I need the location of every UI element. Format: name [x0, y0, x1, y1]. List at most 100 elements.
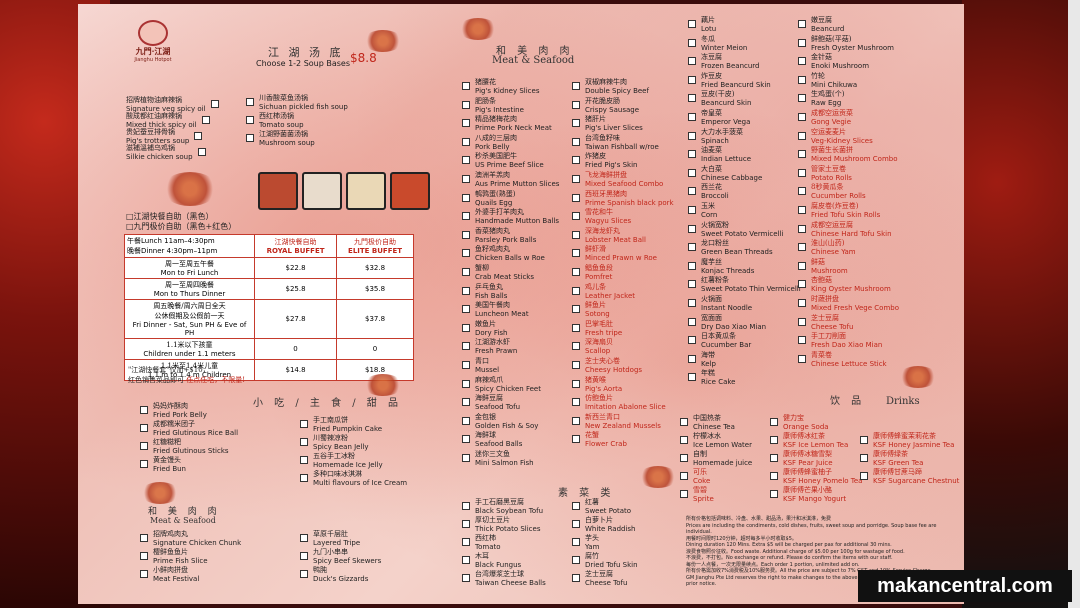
checkbox[interactable] [572, 100, 580, 109]
menu-item[interactable]: 厚切土豆片 Thick Potato Slices [462, 516, 540, 534]
menu-item[interactable]: 澳洲羊羔肉 Aus Prime Mutton Slices [462, 171, 559, 189]
menu-item[interactable]: 海鲜球 Seafood Balls [462, 431, 522, 449]
checkbox[interactable] [688, 150, 696, 159]
checkbox[interactable] [572, 268, 580, 276]
menu-item[interactable]: 柠檬冰水 Ice Lemon Water [680, 432, 752, 450]
menu-item[interactable]: 青口 Mussel [462, 357, 499, 375]
menu-item[interactable]: 外婆手打羊肉丸 Handmade Mutton Balls [462, 208, 559, 226]
checkbox[interactable] [300, 456, 308, 464]
checkbox[interactable] [462, 175, 470, 183]
checkbox[interactable] [688, 57, 696, 66]
menu-item[interactable]: 江湖游水虾 Fresh Prawn [462, 338, 517, 356]
menu-item[interactable]: 迷你三文鱼 Mini Salmon Fish [462, 450, 534, 468]
menu-item[interactable]: 香菜猪肉丸 Parsley Pork Balls [462, 227, 536, 245]
checkbox[interactable] [462, 379, 470, 388]
menu-item[interactable]: 康师傅蜂蜜柚子 KSF Honey Pomelo Tea [770, 468, 862, 486]
menu-item[interactable]: 新西兰青口 New Zealand Mussels [572, 413, 661, 431]
menu-item[interactable]: 多种口味冰淇淋 Multi flavours of Ice Cream [300, 470, 407, 488]
checkbox[interactable] [246, 116, 254, 124]
menu-item[interactable]: 杏鲍菇 King Oyster Mushroom [798, 276, 891, 294]
menu-item[interactable]: 西红柿 Tomato [462, 534, 501, 552]
menu-item[interactable]: 豆皮(干皮) Beancurd Skin [688, 90, 751, 108]
checkbox[interactable] [572, 323, 580, 332]
menu-item[interactable]: 生鸡蛋(个) Raw Egg [798, 90, 844, 108]
menu-item[interactable]: 龙口粉丝 Green Bean Threads [688, 239, 773, 257]
checkbox[interactable] [462, 556, 470, 564]
menu-item[interactable]: 妈妈炸酥肉 Fried Pork Belly [140, 402, 207, 420]
menu-item[interactable]: 康师傅绿茶 KSF Green Tea [860, 450, 923, 468]
checkbox[interactable] [688, 243, 696, 252]
checkbox[interactable] [688, 261, 696, 270]
menu-item[interactable]: 鲜菇 Mushroom [798, 258, 848, 276]
menu-item[interactable]: 小鲜肉拼盘 Meat Festival [140, 566, 199, 584]
menu-item[interactable]: 玉米 Corn [688, 202, 717, 220]
checkbox[interactable] [572, 538, 580, 546]
menu-item[interactable]: 年糕 Rice Cake [688, 369, 735, 387]
menu-item[interactable]: 招牌鸡肉丸 Signature Chicken Chunk [140, 530, 241, 548]
checkbox[interactable] [462, 230, 470, 239]
menu-item[interactable]: 炸豆皮 Fried Beancurd Skin [688, 72, 771, 90]
checkbox[interactable] [300, 534, 308, 542]
menu-item[interactable]: 开花脆皮肠 Crispy Sausage [572, 97, 639, 115]
menu-item[interactable]: 鲜鲍菇(平菇) Fresh Oyster Mushroom [798, 35, 894, 53]
menu-item[interactable]: 九门小串串 Spicy Beef Skewers [300, 548, 381, 566]
menu-item[interactable]: 手工刀削面 Fresh Dao Xiao Mian [798, 332, 882, 350]
menu-item[interactable]: 康师傅冰糖雪梨 KSF Pear Juice [770, 450, 833, 468]
menu-item[interactable]: 麻辣鸡爪 Spicy Chicken Feet [462, 376, 541, 394]
checkbox[interactable] [688, 131, 696, 140]
menu-item[interactable]: 嫩鱼片 Dory Fish [462, 320, 507, 338]
menu-item[interactable]: 鸡儿条 Leather Jacket [572, 283, 635, 301]
checkbox[interactable] [688, 206, 696, 214]
scrollbar[interactable] [1068, 0, 1080, 608]
menu-item[interactable]: 八成的三层肉 Pork Belly [462, 134, 517, 152]
menu-item[interactable]: 自制 Homemade juice [680, 450, 752, 468]
checkbox[interactable] [140, 552, 148, 560]
checkbox[interactable] [572, 119, 580, 128]
menu-item[interactable]: 红薯粉条 Sweet Potato Thin Vermicelli [688, 276, 801, 294]
menu-item[interactable]: 野菌生长菌拼 Mixed Mushroom Combo [798, 146, 898, 164]
checkbox[interactable] [572, 574, 580, 582]
checkbox[interactable] [462, 416, 470, 425]
menu-item[interactable]: 火锅面 Instant Noodle [688, 295, 752, 313]
menu-item[interactable]: 川香酸菜鱼汤锅 Sichuan pickled fish soup [246, 94, 348, 112]
checkbox[interactable] [798, 94, 806, 103]
checkbox[interactable] [462, 193, 470, 202]
checkbox[interactable] [688, 187, 696, 196]
menu-item[interactable]: 芝士豆腐 Cheese Tofu [798, 314, 853, 332]
menu-item[interactable]: 手工南瓜饼 Fried Pumpkin Cake [300, 416, 382, 434]
checkbox[interactable] [462, 502, 470, 510]
menu-item[interactable]: 冬瓜 Winter Meion [688, 35, 747, 53]
menu-item[interactable]: 鱼籽鸡肉丸 Chicken Balls w Roe [462, 245, 545, 263]
checkbox[interactable] [688, 373, 696, 382]
menu-item[interactable]: 金针菇 Enoki Mushroom [798, 53, 869, 71]
menu-item[interactable]: 樱鲜鱼鱼片 Prime Fish Slice [140, 548, 208, 566]
menu-item[interactable]: 海带 Kelp [688, 351, 716, 369]
menu-item[interactable]: 猪腰花 Pig's Kidney Slices [462, 78, 539, 96]
menu-item[interactable]: 芝士豆腐 Cheese Tofu [572, 570, 627, 588]
menu-item[interactable]: 魔芋丝 Konjac Threads [688, 258, 754, 276]
menu-item[interactable]: 成都糯米团子 Fried Glutinous Rice Ball [140, 420, 238, 438]
checkbox[interactable] [770, 490, 778, 498]
menu-item[interactable]: 鹌鹑蛋(熟蛋) Quails Egg [462, 190, 515, 208]
checkbox[interactable] [798, 168, 806, 177]
checkbox[interactable] [770, 454, 778, 462]
checkbox[interactable] [798, 261, 806, 270]
menu-item[interactable]: 木耳 Black Fungus [462, 552, 521, 570]
menu-item[interactable]: 宽面面 Dry Dao Xiao Mian [688, 314, 766, 332]
menu-item[interactable]: 可乐 Coke [680, 468, 710, 486]
menu-item[interactable]: 黄金馒头 Fried Bun [140, 456, 186, 474]
checkbox[interactable] [462, 249, 470, 258]
checkbox[interactable] [572, 520, 580, 528]
checkbox[interactable] [798, 131, 806, 140]
menu-item[interactable]: 8秒黄瓜条 Cucumber Rolls [798, 183, 866, 201]
menu-item[interactable]: 精品猪梅花肉 Prime Pork Neck Meat [462, 115, 552, 133]
checkbox[interactable] [688, 168, 696, 177]
checkbox[interactable] [462, 323, 470, 332]
menu-item[interactable]: 花蟹 Flower Crab [572, 431, 627, 449]
menu-item[interactable]: 时蔬拼盘 Mixed Fresh Vege Combo [798, 295, 899, 313]
checkbox[interactable] [688, 336, 696, 345]
menu-item[interactable]: 芝士夹心卷 Cheesy Hotdogs [572, 357, 642, 375]
checkbox[interactable] [798, 299, 806, 307]
checkbox[interactable] [462, 538, 470, 546]
checkbox[interactable] [572, 305, 580, 314]
